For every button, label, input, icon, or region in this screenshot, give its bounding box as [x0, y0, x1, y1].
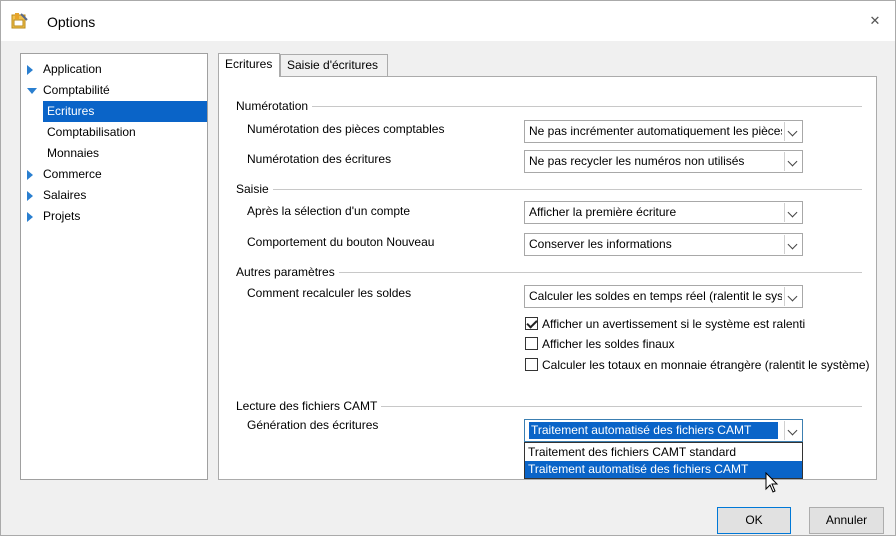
group-divider: [238, 106, 862, 107]
soldes-select[interactable]: Calculer les soldes en temps réel (ralen…: [524, 285, 803, 308]
arrow-right-icon[interactable]: [27, 212, 33, 222]
generation-dropdown-list: Traitement des fichiers CAMT standard Tr…: [524, 442, 803, 479]
tree-item-label: Application: [43, 62, 102, 76]
checkbox-icon[interactable]: [525, 337, 538, 350]
soldes-label: Comment recalculer les soldes: [247, 286, 412, 300]
apres-selection-label: Après la sélection d'un compte: [247, 204, 411, 218]
ecritures-numbering-select[interactable]: Ne pas recycler les numéros non utilisés: [524, 150, 803, 173]
soldes-value: Calculer les soldes en temps réel (ralen…: [529, 289, 782, 303]
window-title: Options: [47, 14, 96, 30]
chevron-down-icon[interactable]: [784, 287, 801, 306]
tree-item-label: Projets: [43, 209, 81, 223]
tree-item-label: Monnaies: [47, 146, 100, 160]
tree-item-label: Comptabilité: [43, 83, 110, 97]
checkbox-checked-icon[interactable]: [525, 317, 538, 330]
chevron-down-icon[interactable]: [784, 421, 801, 440]
group-divider: [238, 189, 862, 190]
chevron-down-icon[interactable]: [784, 235, 801, 254]
apres-selection-select[interactable]: Afficher la première écriture: [524, 201, 803, 224]
tree-item-label: Comptabilisation: [47, 125, 136, 139]
title-bar: Options ✕: [1, 1, 895, 41]
options-tree: Application Comptabilité Ecritures Compt…: [20, 53, 208, 480]
cancel-button[interactable]: Annuler: [809, 507, 884, 534]
pieces-label: Numérotation des pièces comptables: [247, 122, 445, 136]
generation-label: Génération des écritures: [247, 418, 379, 432]
bouton-nouveau-label: Comportement du bouton Nouveau: [247, 235, 435, 249]
arrow-right-icon[interactable]: [27, 191, 33, 201]
group-title-camt: Lecture des fichiers CAMT: [236, 399, 382, 413]
avertissement-label: Afficher un avertissement si le système …: [542, 317, 806, 331]
tab-saisie-ecritures[interactable]: Saisie d'écritures: [280, 54, 388, 76]
pieces-numbering-value: Ne pas incrémenter automatiquement les p…: [529, 124, 782, 138]
bouton-nouveau-value: Conserver les informations: [529, 237, 672, 251]
close-icon[interactable]: ✕: [867, 13, 883, 29]
mouse-pointer-icon: [765, 471, 779, 494]
chevron-down-icon[interactable]: [784, 152, 801, 171]
arrow-right-icon[interactable]: [27, 170, 33, 180]
tree-item-label: Commerce: [43, 167, 102, 181]
tree-item-label: Ecritures: [43, 101, 207, 122]
group-title-autres: Autres paramètres: [236, 265, 339, 279]
chevron-down-icon[interactable]: [784, 122, 801, 141]
totaux-label: Calculer les totaux en monnaie étrangère…: [542, 358, 870, 372]
group-title-saisie: Saisie: [236, 182, 273, 196]
tab-ecritures[interactable]: Ecritures: [218, 53, 280, 77]
generation-select[interactable]: Traitement automatisé des fichiers CAMT: [524, 419, 803, 442]
ecritures-numbering-label: Numérotation des écritures: [247, 152, 392, 166]
arrow-right-icon[interactable]: [27, 65, 33, 75]
generation-value: Traitement automatisé des fichiers CAMT: [528, 421, 779, 440]
ecritures-numbering-value: Ne pas recycler les numéros non utilisés: [529, 154, 745, 168]
soldes-finaux-label: Afficher les soldes finaux: [542, 337, 675, 351]
group-title-numerotation: Numérotation: [236, 99, 313, 113]
checkbox-icon[interactable]: [525, 358, 538, 371]
arrow-down-icon[interactable]: [27, 88, 37, 94]
tree-item-label: Salaires: [43, 188, 87, 202]
options-dialog: Options ✕ Application Comptabilité Ecrit…: [0, 0, 896, 536]
apres-selection-value: Afficher la première écriture: [529, 205, 677, 219]
chevron-down-icon[interactable]: [784, 203, 801, 222]
pieces-numbering-select[interactable]: Ne pas incrémenter automatiquement les p…: [524, 120, 803, 143]
dropdown-option-automatise[interactable]: Traitement automatisé des fichiers CAMT: [525, 461, 802, 478]
ok-button[interactable]: OK: [717, 507, 791, 534]
dropdown-option-standard[interactable]: Traitement des fichiers CAMT standard: [525, 444, 802, 461]
bouton-nouveau-select[interactable]: Conserver les informations: [524, 233, 803, 256]
app-icon: [11, 12, 29, 30]
